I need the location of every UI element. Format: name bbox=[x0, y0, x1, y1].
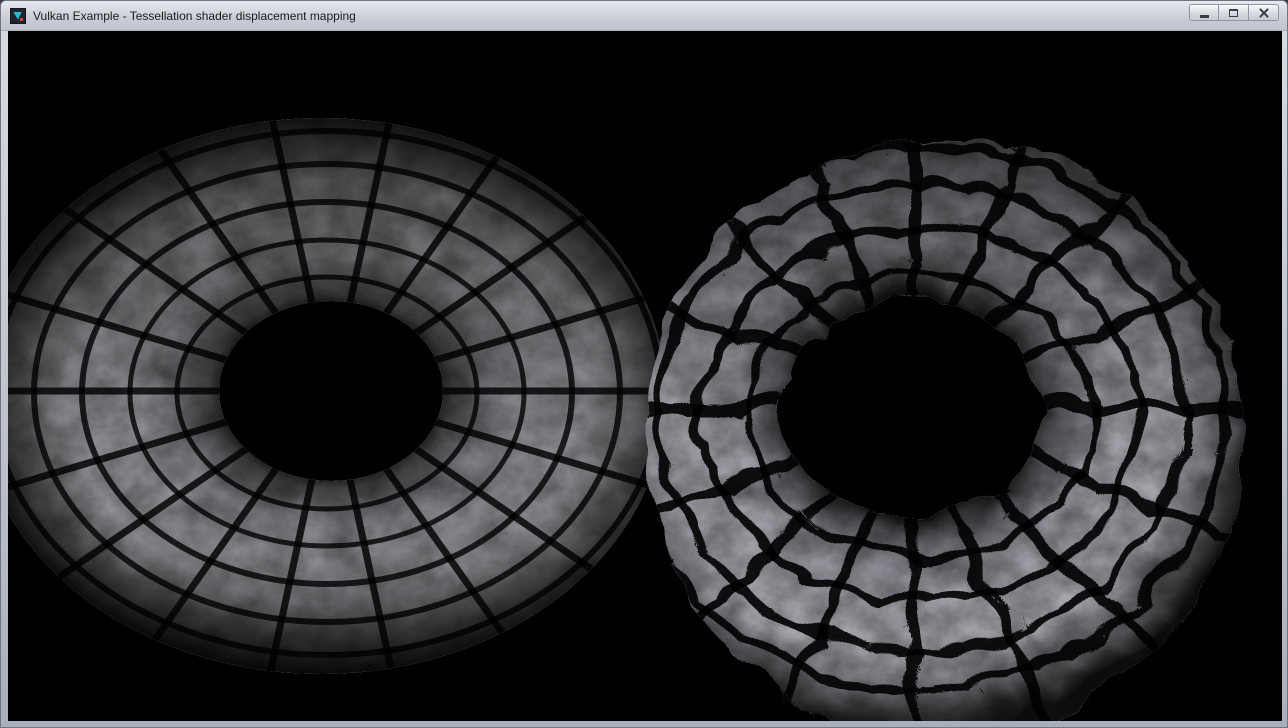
minimize-icon bbox=[1200, 15, 1209, 18]
window-title: Vulkan Example - Tessellation shader dis… bbox=[33, 1, 356, 31]
app-window: Vulkan Example - Tessellation shader dis… bbox=[0, 0, 1288, 728]
minimize-button[interactable] bbox=[1189, 4, 1219, 21]
close-icon bbox=[1258, 7, 1270, 19]
app-icon-dot bbox=[20, 18, 23, 21]
titlebar[interactable]: Vulkan Example - Tessellation shader dis… bbox=[1, 1, 1287, 31]
vulkan-app-icon bbox=[10, 8, 26, 24]
window-controls bbox=[1189, 4, 1279, 21]
maximize-button[interactable] bbox=[1219, 4, 1249, 21]
scene-svg bbox=[8, 31, 1282, 721]
render-viewport[interactable] bbox=[8, 31, 1282, 721]
close-button[interactable] bbox=[1249, 4, 1279, 21]
maximize-icon bbox=[1229, 9, 1238, 17]
